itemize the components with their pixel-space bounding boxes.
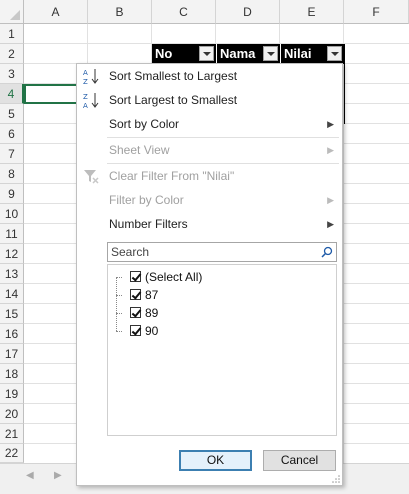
scroll-left-icon[interactable]: ◀ — [26, 470, 34, 481]
autofilter-dropdown-menu: A Z Sort Smallest to Largest Z A Sort La… — [76, 63, 343, 486]
sort-ascending-icon: A Z — [83, 69, 99, 85]
column-header-e[interactable]: E — [280, 0, 344, 24]
row-header-21[interactable]: 21 — [0, 424, 24, 444]
filter-option-label: 90 — [145, 324, 159, 338]
menu-item-sort-by-color-label: Sort by Color — [109, 117, 180, 131]
header-cell-nilai-label: Nilai — [284, 46, 312, 61]
header-cell-no-label: No — [155, 46, 173, 61]
table-edge — [344, 44, 345, 124]
filter-dropdown-no-button[interactable] — [199, 46, 214, 61]
clear-filter-icon — [84, 170, 99, 184]
submenu-arrow-icon: ▶ — [327, 119, 334, 129]
filter-dropdown-nilai-button[interactable] — [327, 46, 342, 61]
menu-separator — [107, 137, 339, 138]
svg-text:Z: Z — [83, 78, 88, 85]
column-header-f[interactable]: F — [344, 0, 409, 24]
tree-connector — [116, 277, 122, 278]
row-header-3[interactable]: 3 — [0, 64, 24, 84]
filter-dropdown-nama-button[interactable] — [263, 46, 278, 61]
menu-item-clear-filter-label: Clear Filter From "Nilai" — [109, 169, 235, 183]
column-header-d[interactable]: D — [216, 0, 280, 24]
column-header-c[interactable]: C — [152, 0, 216, 24]
row-header-17[interactable]: 17 — [0, 344, 24, 364]
menu-item-filter-by-color[interactable]: Filter by Color ▶ — [77, 189, 342, 211]
header-cell-nama[interactable]: Nama — [216, 44, 280, 64]
menu-item-sort-ascending[interactable]: A Z Sort Smallest to Largest — [77, 65, 342, 87]
row-header-8[interactable]: 8 — [0, 164, 24, 184]
scroll-right-icon[interactable]: ▶ — [54, 470, 62, 481]
cancel-button[interactable]: Cancel — [263, 450, 336, 471]
filter-values-list[interactable]: (Select All) 87 89 90 — [107, 264, 337, 436]
row-header-12[interactable]: 12 — [0, 244, 24, 264]
row-header-9[interactable]: 9 — [0, 184, 24, 204]
search-icon — [321, 246, 333, 258]
sort-descending-icon: Z A — [83, 93, 99, 109]
row-header-5[interactable]: 5 — [0, 104, 24, 124]
checkbox-checked[interactable] — [130, 307, 141, 318]
row-header-10[interactable]: 10 — [0, 204, 24, 224]
svg-text:Z: Z — [83, 93, 88, 101]
resize-grip-icon[interactable] — [332, 475, 340, 483]
svg-text:A: A — [83, 102, 88, 109]
svg-text:A: A — [83, 69, 88, 77]
row-header-7[interactable]: 7 — [0, 144, 24, 164]
menu-item-sort-by-color[interactable]: Sort by Color ▶ — [77, 113, 342, 135]
menu-item-number-filters[interactable]: Number Filters ▶ — [77, 213, 342, 235]
menu-item-sort-descending-label: Sort Largest to Smallest — [109, 93, 238, 107]
checkbox-checked[interactable] — [130, 289, 141, 300]
row-header-16[interactable]: 16 — [0, 324, 24, 344]
row-header-1[interactable]: 1 — [0, 24, 24, 44]
submenu-arrow-icon: ▶ — [327, 145, 334, 155]
menu-item-sheet-view-label: Sheet View — [109, 143, 170, 157]
filter-option-label: (Select All) — [145, 270, 203, 284]
row-header-2[interactable]: 2 — [0, 44, 24, 64]
menu-item-sort-ascending-label: Sort Smallest to Largest — [109, 69, 238, 83]
row-header-15[interactable]: 15 — [0, 304, 24, 324]
row-header-18[interactable]: 18 — [0, 364, 24, 384]
header-cell-nilai[interactable]: Nilai — [280, 44, 344, 64]
tree-connector — [116, 277, 117, 331]
checkbox-checked[interactable] — [130, 325, 141, 336]
filter-search-input[interactable]: Search — [107, 242, 337, 262]
row-header-22[interactable]: 22 — [0, 444, 24, 463]
submenu-arrow-icon: ▶ — [327, 219, 334, 229]
menu-item-sort-descending[interactable]: Z A Sort Largest to Smallest — [77, 89, 342, 111]
menu-item-clear-filter[interactable]: Clear Filter From "Nilai" — [77, 165, 342, 187]
column-header-b[interactable]: B — [88, 0, 152, 24]
row-header-14[interactable]: 14 — [0, 284, 24, 304]
row-header-20[interactable]: 20 — [0, 404, 24, 424]
filter-option-label: 87 — [145, 288, 159, 302]
filter-option-label: 89 — [145, 306, 159, 320]
tree-connector — [116, 295, 122, 296]
header-cell-nama-label: Nama — [220, 46, 256, 61]
row-header-11[interactable]: 11 — [0, 224, 24, 244]
row-header-19[interactable]: 19 — [0, 384, 24, 404]
tree-connector — [116, 313, 122, 314]
header-cell-no[interactable]: No — [152, 44, 216, 64]
select-all-corner[interactable] — [0, 0, 24, 24]
menu-item-number-filters-label: Number Filters — [109, 217, 188, 231]
menu-item-filter-by-color-label: Filter by Color — [109, 193, 184, 207]
checkbox-checked[interactable] — [130, 271, 141, 282]
row-header-13[interactable]: 13 — [0, 264, 24, 284]
tree-connector — [116, 331, 122, 332]
submenu-arrow-icon: ▶ — [327, 195, 334, 205]
row-header-4[interactable]: 4 — [0, 84, 24, 104]
column-header-a[interactable]: A — [24, 0, 88, 24]
ok-button[interactable]: OK — [179, 450, 252, 471]
filter-search-placeholder: Search — [111, 245, 150, 259]
menu-item-sheet-view[interactable]: Sheet View ▶ — [77, 139, 342, 161]
row-header-6[interactable]: 6 — [0, 124, 24, 144]
menu-separator — [107, 163, 339, 164]
